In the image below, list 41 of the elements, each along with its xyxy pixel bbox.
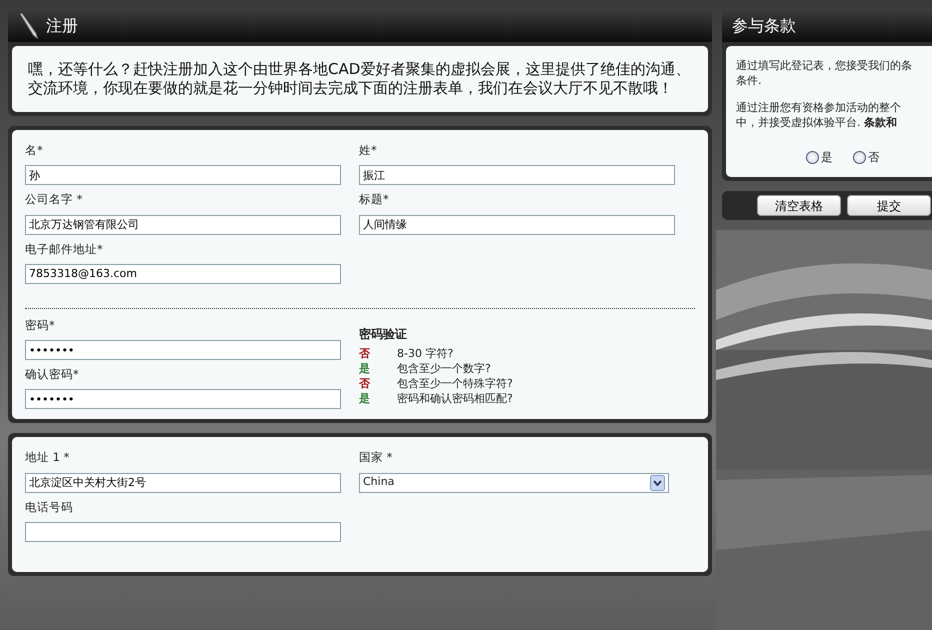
input-field[interactable] (25, 522, 341, 542)
check-text: 包含至少一个数字? (397, 362, 491, 375)
intro-paragraph: 嘿，还等什么？赶快注册加入这个由世界各地CAD爱好者聚集的虚拟会展，这里提供了绝佳的沟通、交流环境，你现在要做的就是花一分钟时间去完成下面的注册表单，我们在会议大厅不见不散哦！ (12, 46, 708, 112)
form-button[interactable]: 提交 (847, 195, 931, 216)
terms-text: 中，并接受虚拟体验平台. 条款和 (736, 115, 898, 130)
panel-title: 参与条款 (732, 15, 796, 37)
terms-text: 通过注册您有资格参加活动的整个 (736, 100, 902, 115)
country-select[interactable]: China (359, 472, 669, 492)
input-field[interactable]: 北京淀区中关村大街2号 (25, 472, 341, 492)
input-field[interactable]: 北京万达钢管有限公司 (25, 214, 341, 234)
field-label: 国家 * (359, 449, 394, 466)
input-field[interactable]: 人间情缘 (359, 214, 675, 234)
terms-text: 条件. (736, 73, 762, 88)
input-field[interactable]: 7853318@163.com (25, 264, 341, 284)
field-label: 标题* (359, 191, 390, 208)
check-result: 否 (359, 346, 371, 361)
check-text: 8-30 字符? (397, 346, 454, 360)
input-field[interactable]: ••••••• (25, 340, 341, 360)
field-label: 电话号码 (25, 498, 74, 516)
radio-option[interactable]: 否 (853, 150, 880, 165)
input-field[interactable]: 孙 (25, 165, 341, 186)
panel-title: 注册 (46, 15, 78, 37)
check-text: 密码和确认密码相匹配? (397, 392, 513, 405)
field-label: 名* (25, 142, 44, 159)
form-button[interactable]: 清空表格 (757, 195, 841, 216)
field-label: 地址 1 * (25, 449, 70, 466)
input-field[interactable]: ••••••• (25, 389, 341, 410)
radio-option[interactable]: 是 (806, 150, 833, 165)
field-label: 公司名字 * (25, 191, 84, 208)
pen-icon (18, 13, 40, 39)
field-label: 密码* (25, 316, 56, 334)
field-label: 电子邮件地址* (25, 240, 104, 258)
field-label: 确认密码* (25, 366, 80, 383)
check-result: 是 (359, 390, 371, 406)
terms-text: 通过填写此登记表，您接受我们的条 (736, 58, 913, 73)
check-result: 是 (359, 360, 371, 376)
field-label: 姓* (359, 142, 378, 159)
check-text: 包含至少一个特殊字符? (397, 376, 513, 390)
input-field[interactable]: 振江 (359, 165, 675, 186)
checklist-title: 密码验证 (359, 326, 408, 342)
check-result: 否 (359, 376, 371, 391)
